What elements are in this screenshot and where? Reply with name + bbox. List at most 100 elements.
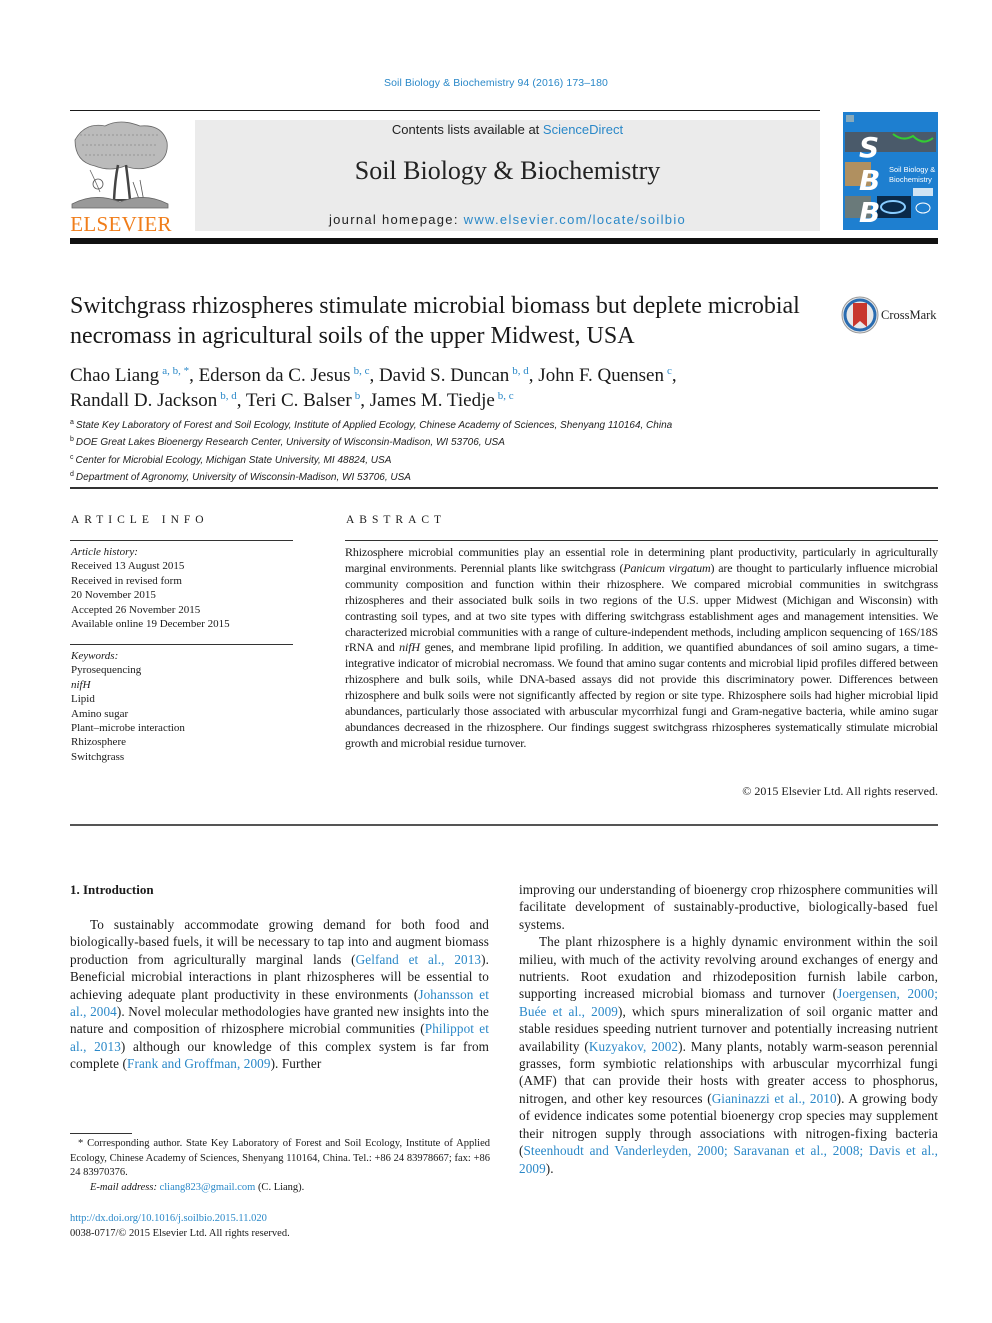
crossmark-icon [841, 296, 879, 334]
author-name: Teri C. Balser [245, 390, 352, 411]
affiliation: c Center for Microbial Ecology, Michigan … [70, 451, 890, 468]
author-separator: , [528, 365, 539, 386]
keyword: Rhizosphere [71, 736, 126, 749]
elsevier-logo[interactable]: ELSEVIER [70, 120, 172, 236]
running-head[interactable]: Soil Biology & Biochemistry 94 (2016) 17… [0, 77, 992, 89]
email-link[interactable]: cliang823@gmail.com [160, 1182, 256, 1193]
author-affiliation-marks[interactable]: a, b, * [162, 365, 189, 377]
affiliation-key: d [70, 471, 74, 479]
author-separator: , [360, 390, 370, 411]
header-rule [70, 110, 820, 111]
homepage-prefix: journal homepage: [328, 212, 464, 227]
elsevier-tree-icon [71, 121, 169, 209]
history-item: Received in revised form [71, 574, 182, 587]
doi-link[interactable]: http://dx.doi.org/10.1016/j.soilbio.2015… [70, 1213, 267, 1224]
crossmark-label: CrossMark [881, 308, 937, 322]
author-list: Chao Liang a, b, *, Ederson da C. Jesus b,… [70, 361, 870, 411]
contents-line: Contents lists available at ScienceDirec… [195, 122, 820, 137]
email-label: E-mail address: [90, 1181, 160, 1193]
doi-block: http://dx.doi.org/10.1016/j.soilbio.2015… [70, 1211, 290, 1241]
email-line: E-mail address: cliang823@gmail.com (C. … [70, 1181, 490, 1196]
keyword-list: Keywords: Pyrosequencing nifH Lipid Amin… [71, 649, 301, 764]
affiliation: a State Key Laboratory of Forest and Soil… [70, 416, 890, 433]
paragraph-text: ). Further [270, 1056, 322, 1072]
article-history: Article history: Received 13 August 2015… [71, 545, 301, 631]
cover-letter-b2: B [859, 196, 880, 229]
author-name: James M. Tiedje [369, 390, 495, 411]
citation-link[interactable]: Gianinazzi et al., 2010 [712, 1091, 837, 1106]
affiliation-key: a [70, 419, 74, 426]
abstract-segment: genes, and membrane lipid profiling. In … [345, 640, 938, 750]
abstract-rule [345, 540, 938, 541]
history-item: Available online 19 December 2015 [71, 618, 230, 631]
author[interactable]: James M. Tiedje b, c [370, 390, 514, 411]
abstract-gene-name: nifH [399, 640, 420, 655]
section-heading-introduction: 1. Introduction [70, 882, 154, 897]
paragraph-text: improving our understanding of bioenergy… [519, 882, 938, 932]
paragraph: The plant rhizosphere is a highly dynami… [519, 933, 938, 1177]
elsevier-wordmark: ELSEVIER [70, 212, 172, 236]
affiliation-key: b [70, 436, 74, 444]
sciencedirect-link[interactable]: ScienceDirect [543, 122, 623, 137]
affiliation-text: Center for Microbial Ecology, Michigan S… [75, 454, 392, 466]
keyword: Lipid [71, 693, 95, 706]
author-affiliation-marks[interactable]: b, d [220, 390, 237, 402]
journal-homepage-link[interactable]: www.elsevier.com/locate/soilbio [464, 212, 686, 227]
email-suffix: (C. Liang). [255, 1181, 305, 1193]
citation-link[interactable]: Kuzyakov, 2002 [589, 1039, 678, 1054]
corresponding-author-note: * Corresponding author. State Key Labora… [70, 1138, 490, 1178]
keyword: Plant–microbe interaction [71, 722, 185, 735]
keywords-label: Keywords: [71, 650, 119, 662]
paragraph-text: ). [545, 1160, 554, 1176]
homepage-line: journal homepage: www.elsevier.com/locat… [195, 212, 820, 227]
affiliation: b DOE Great Lakes Bioenergy Research Cent… [70, 433, 890, 450]
abstract-heading: ABSTRACT [346, 514, 447, 526]
author[interactable]: Teri C. Balser b [246, 390, 360, 411]
author[interactable]: John F. Quensen c [538, 365, 672, 386]
journal-masthead: Contents lists available at ScienceDirec… [195, 120, 820, 231]
author-separator: , [671, 365, 677, 386]
cover-title-line1: Soil Biology & [889, 165, 935, 174]
author[interactable]: David S. Duncan b, d [379, 365, 529, 386]
body-column-left: To sustainably accommodate growing deman… [70, 916, 489, 1073]
abstract-copyright: © 2015 Elsevier Ltd. All rights reserved… [742, 784, 938, 798]
keyword: Amino sugar [71, 707, 129, 720]
keyword: Switchgrass [71, 750, 125, 763]
author[interactable]: Randall D. Jackson b, d [70, 390, 237, 411]
contents-prefix: Contents lists available at [391, 122, 543, 137]
author[interactable]: Ederson da C. Jesus b, c [199, 365, 370, 386]
citation-link[interactable]: Steenhoudt and Vanderleyden, 2000; Sarav… [519, 1143, 938, 1175]
journal-title: Soil Biology & Biochemistry [354, 156, 661, 185]
abstract-text: Rhizosphere microbial communities play a… [345, 545, 938, 752]
author-affiliation-marks[interactable]: b, d [512, 365, 529, 377]
front-matter-rule [70, 824, 938, 826]
author-name: Randall D. Jackson [70, 390, 218, 411]
author-name: John F. Quensen [538, 365, 664, 386]
crossmark-button[interactable]: CrossMark [841, 296, 941, 336]
citation-link[interactable]: Frank and Groffman, 2009 [127, 1056, 271, 1071]
article-history-label: Article history: [71, 546, 138, 558]
journal-cover[interactable]: S B B Soil Biology & Biochemistry [843, 112, 938, 230]
issn-line: 0038-0717/© 2015 Elsevier Ltd. All right… [70, 1228, 290, 1239]
author-name: Ederson da C. Jesus [198, 365, 351, 386]
author-affiliation-marks[interactable]: b, c [498, 390, 514, 402]
paragraph: improving our understanding of bioenergy… [519, 881, 938, 933]
keywords-rule [70, 644, 293, 645]
affiliation-text: DOE Great Lakes Bioenergy Research Cente… [75, 437, 505, 449]
author-separator: , [236, 390, 246, 411]
author-affiliation-marks[interactable]: b, c [354, 365, 370, 377]
author-separator: , [369, 365, 379, 386]
author[interactable]: Chao Liang a, b, * [70, 365, 189, 386]
paragraph: To sustainably accommodate growing deman… [70, 916, 489, 1073]
masthead-rule [70, 238, 938, 244]
history-item: 20 November 2015 [71, 589, 156, 602]
history-item: Accepted 26 November 2015 [71, 603, 201, 616]
corresponding-author-footnote: * Corresponding author. State Key Labora… [70, 1137, 490, 1195]
author-name: David S. Duncan [378, 365, 510, 386]
title-block-rule [70, 487, 938, 489]
affiliation-text: State Key Laboratory of Forest and Soil … [75, 420, 673, 431]
author-separator: , [189, 365, 199, 386]
affiliation: d Department of Agronomy, University of W… [70, 468, 890, 485]
history-item: Received 13 August 2015 [71, 560, 185, 573]
citation-link[interactable]: Gelfand et al., 2013 [356, 952, 481, 967]
